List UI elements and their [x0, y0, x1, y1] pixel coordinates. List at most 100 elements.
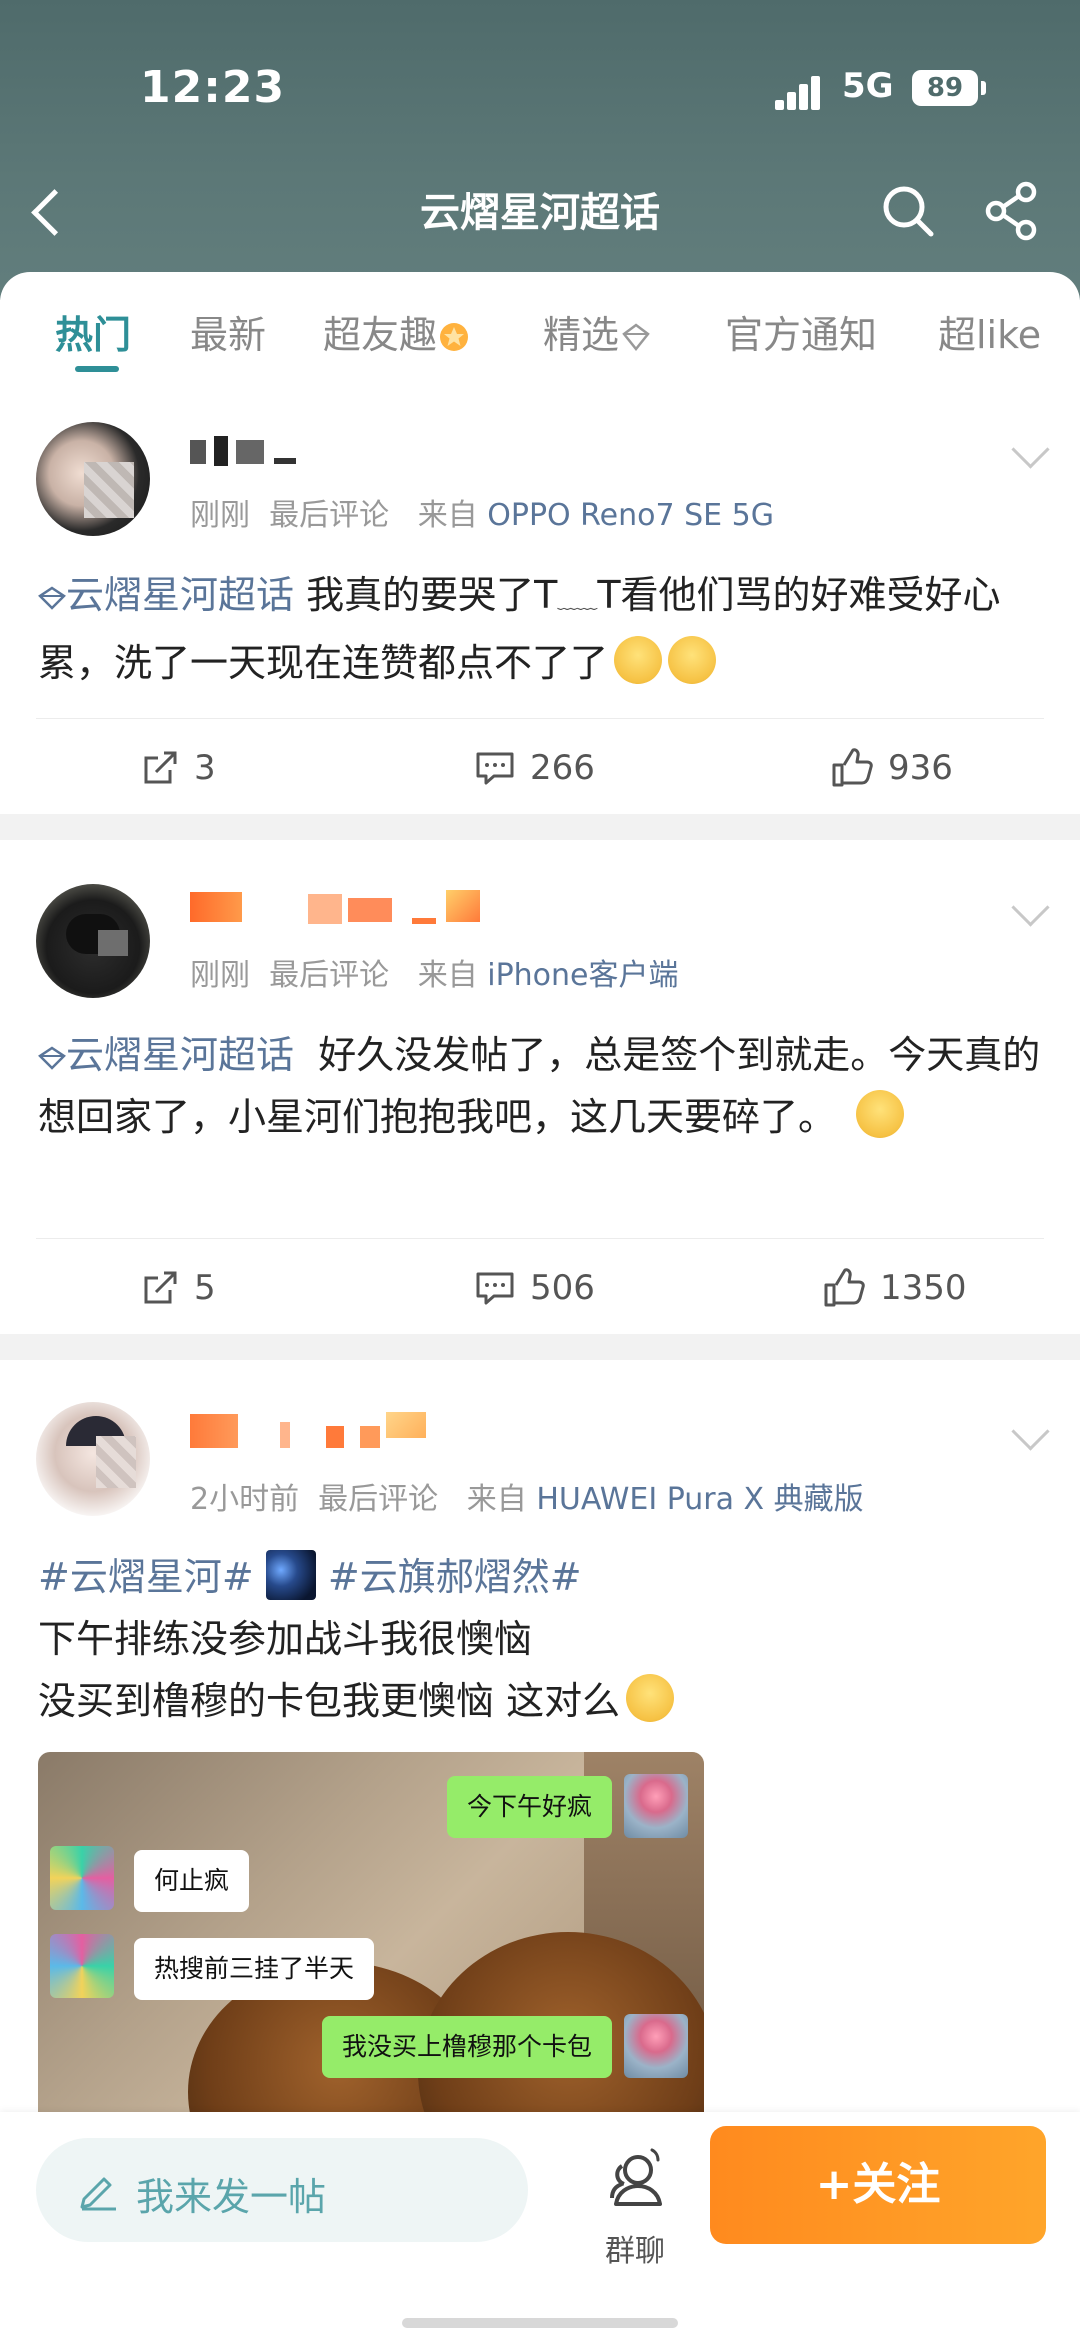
star-badge-icon — [440, 323, 469, 351]
source-prefix: 来自 — [417, 498, 478, 533]
comment-icon — [476, 752, 514, 785]
diamond-icon — [38, 1046, 66, 1070]
post-content[interactable]: 云熠星河超话 好久没发帖了，总是签个到就走。今天真的想回家了，小星河们抱抱我吧，… — [38, 1024, 1048, 1148]
post-meta: 刚刚 最后评论 来自 iPhone客户端 — [190, 950, 679, 994]
post-text: 我真的要哭了T — [306, 573, 558, 617]
device-source[interactable]: HUAWEI Pura X 典藏版 — [536, 1482, 863, 1517]
chat-avatar — [50, 1846, 114, 1910]
tab-featured-label: 精选 — [543, 313, 620, 357]
share-count: 5 — [194, 1268, 216, 1308]
tab-featured[interactable]: 精选 — [543, 304, 651, 359]
search-button[interactable] — [880, 183, 936, 239]
network-label: 5G — [842, 66, 894, 106]
tab-fun-label: 超友趣 — [323, 313, 438, 357]
crying-emoji-icon — [856, 1090, 905, 1138]
tab-bar: 热门 最新 超友趣 精选 官方通知 超like — [0, 272, 1080, 382]
post-actions: 5 506 1350 — [0, 1238, 1080, 1338]
section-gap — [0, 814, 1080, 840]
chevron-down-icon[interactable] — [1011, 888, 1050, 927]
supertopic-label: 云熠星河超话 — [66, 573, 295, 617]
share-icon — [985, 181, 1037, 241]
avatar[interactable] — [36, 422, 150, 536]
last-comment-label: 最后评论 — [269, 498, 390, 533]
pencil-icon — [80, 2177, 116, 2211]
source-prefix: 来自 — [466, 1482, 527, 1517]
hashtag-image-icon — [265, 1550, 316, 1600]
chat-avatar — [624, 1774, 688, 1838]
chat-bubble-left: 何止疯 — [134, 1850, 250, 1912]
teary-emoji-icon — [626, 1674, 675, 1722]
device-source[interactable]: iPhone客户端 — [487, 958, 678, 993]
tab-hot[interactable]: 热门 — [55, 304, 131, 359]
supertopic-label: 云熠星河超话 — [66, 1033, 295, 1077]
chat-bubble-right: 我没买上橹穆那个卡包 — [321, 2016, 612, 2078]
last-comment-label: 最后评论 — [269, 958, 390, 993]
post-actions: 3 266 936 — [0, 718, 1080, 818]
like-count: 1350 — [880, 1268, 967, 1308]
chevron-down-icon[interactable] — [1011, 1412, 1050, 1451]
status-time: 12:23 — [140, 62, 286, 113]
search-icon — [883, 186, 934, 237]
share-action[interactable]: 5 — [140, 1238, 216, 1338]
device-source[interactable]: OPPO Reno7 SE 5G — [487, 498, 774, 533]
group-chat-label: 群聊 — [605, 2234, 665, 2269]
hashtag-link[interactable]: #云熠星河# — [38, 1555, 254, 1599]
group-chat-icon — [610, 2148, 662, 2206]
hashtag-link[interactable]: #云旗郝熠然# — [328, 1555, 582, 1599]
post-content[interactable]: #云熠星河# #云旗郝熠然# 下午排练没参加战斗我很懊恼 没买到橹穆的卡包我更懊… — [38, 1546, 1048, 1732]
supertopic-link[interactable]: 云熠星河超话 — [38, 1033, 294, 1077]
tab-indicator — [75, 366, 119, 372]
follow-button[interactable]: +关注 — [710, 2126, 1046, 2244]
chat-avatar — [50, 1934, 114, 1998]
post-card[interactable]: 刚刚 最后评论 来自 iPhone客户端 云熠星河超话 好久没发帖了，总是签个到… — [0, 840, 1080, 1334]
comment-icon — [476, 1272, 514, 1305]
share-count: 3 — [194, 748, 216, 788]
comment-action[interactable]: 266 — [474, 718, 595, 818]
home-indicator — [402, 2318, 678, 2328]
like-action[interactable]: 1350 — [822, 1238, 967, 1338]
comment-action[interactable]: 506 — [474, 1238, 595, 1338]
group-chat-button[interactable]: 群聊 — [580, 2130, 690, 2270]
post-card[interactable]: 刚刚 最后评论 来自 OPPO Reno7 SE 5G 云熠星河超话 我真的要哭… — [0, 400, 1080, 814]
section-gap — [0, 1334, 1080, 1360]
chat-bubble-left: 热搜前三挂了半天 — [134, 1938, 375, 2000]
signal-icon — [775, 74, 827, 110]
like-count: 936 — [888, 748, 953, 788]
compose-placeholder: 我来发一帖 — [136, 2175, 327, 2219]
post-time: 2小时前 — [190, 1482, 300, 1517]
like-action[interactable]: 936 — [830, 718, 953, 818]
tab-like[interactable]: 超like — [938, 304, 1041, 359]
compose-input[interactable]: 我来发一帖 — [36, 2138, 528, 2242]
emoji-icon — [614, 636, 663, 684]
chat-avatar — [624, 2014, 688, 2078]
repost-icon — [144, 1271, 177, 1304]
post-meta: 刚刚 最后评论 来自 OPPO Reno7 SE 5G — [190, 490, 774, 534]
avatar[interactable] — [36, 884, 150, 998]
battery-icon: 89 — [912, 70, 986, 106]
thumbs-up-icon — [832, 748, 873, 787]
share-action[interactable]: 3 — [140, 718, 216, 818]
comment-count: 506 — [530, 1268, 595, 1308]
diamond-icon — [38, 586, 66, 610]
post-text-line: 下午排练没参加战斗我很懊恼 — [38, 1617, 533, 1661]
chat-bubble-right: 今下午好疯 — [446, 1776, 612, 1838]
supertopic-link[interactable]: 云熠星河超话 — [38, 573, 294, 617]
post-content[interactable]: 云熠星河超话 我真的要哭了T﹏﹏T看他们骂的好难受好心累，洗了一天现在连赞都点不… — [38, 564, 1048, 694]
post-image[interactable]: 今下午好疯 何止疯 热搜前三挂了半天 我没买上橹穆那个卡包 — [38, 1752, 704, 2112]
chevron-down-icon[interactable] — [1011, 430, 1050, 469]
share-button[interactable] — [982, 180, 1044, 242]
post-time: 刚刚 — [190, 498, 250, 533]
emoji-icon — [668, 636, 717, 684]
thumbs-up-icon — [824, 1268, 865, 1307]
diamond-icon — [622, 323, 650, 352]
last-comment-label: 最后评论 — [318, 1482, 439, 1517]
source-prefix: 来自 — [417, 958, 478, 993]
status-bar: 12:23 5G 89 — [0, 62, 1080, 122]
post-meta: 2小时前 最后评论 来自 HUAWEI Pura X 典藏版 — [190, 1474, 864, 1518]
tab-fun[interactable]: 超友趣 — [323, 304, 469, 359]
post-time: 刚刚 — [190, 958, 250, 993]
tab-latest[interactable]: 最新 — [190, 304, 266, 359]
tab-official[interactable]: 官方通知 — [725, 304, 877, 359]
post-text-line: 没买到橹穆的卡包我更懊恼 这对么 — [38, 1679, 621, 1723]
avatar[interactable] — [36, 1402, 150, 1516]
